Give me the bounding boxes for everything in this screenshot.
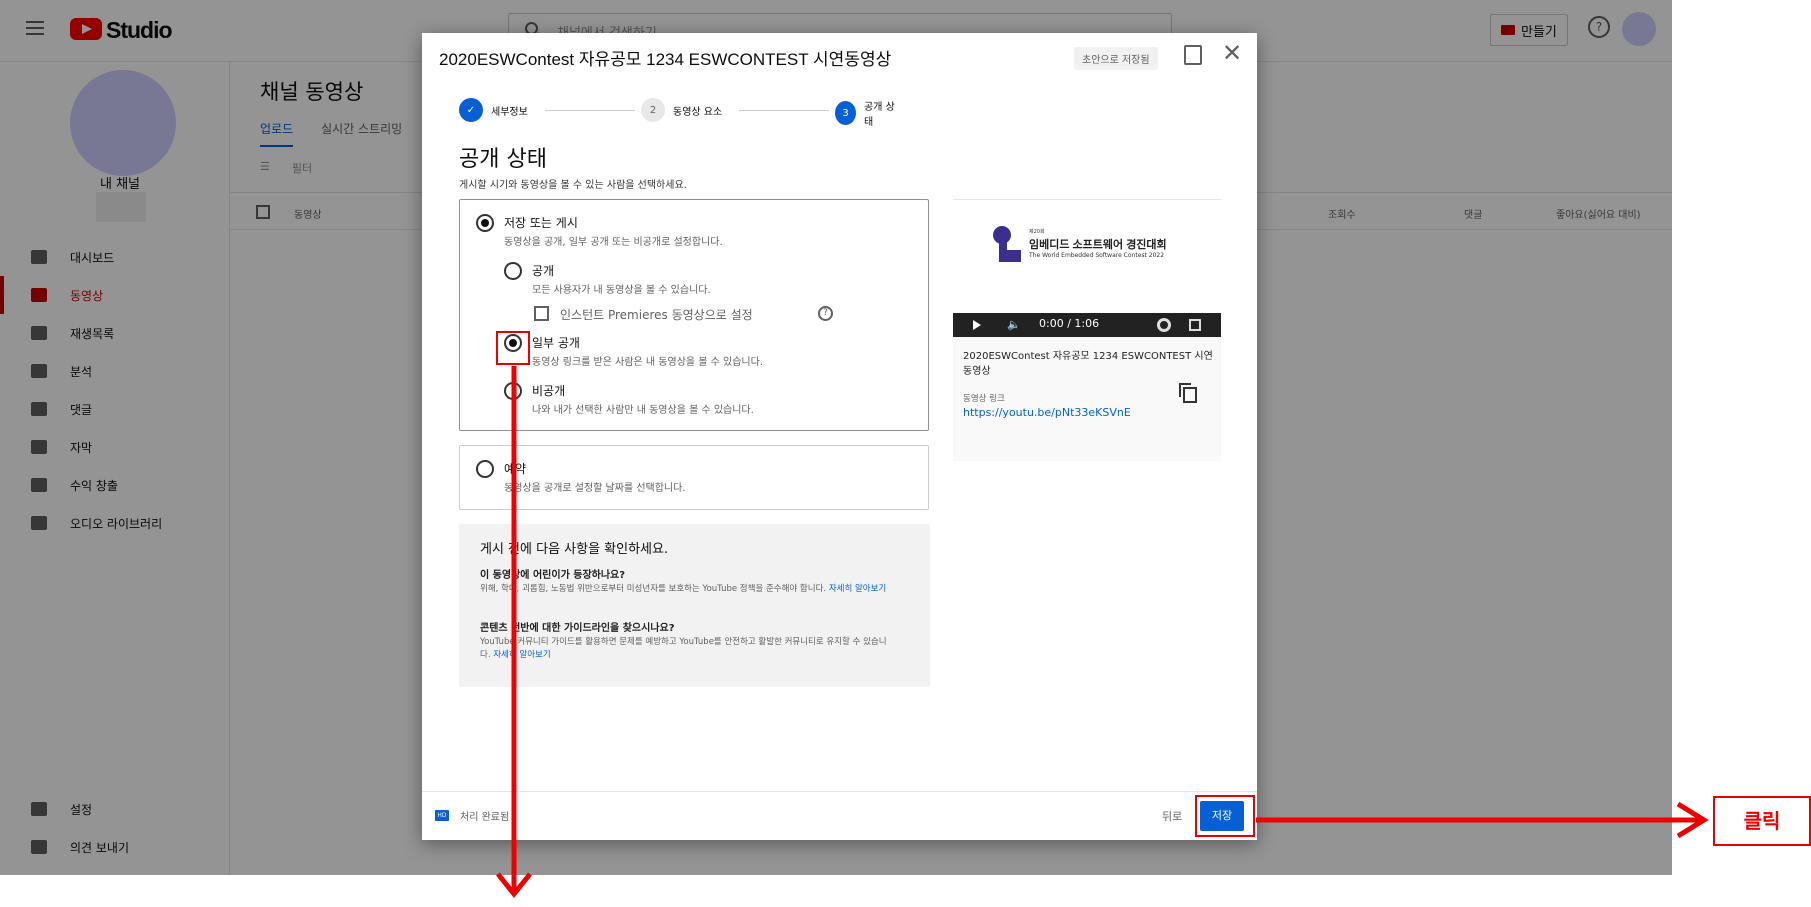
section-title: 공개 상태 — [459, 147, 547, 172]
screenshot-stage: Studio 채널에서 검색하기 만들기 ? 내 채널 대시보드 동영상 재생목… — [0, 0, 1811, 907]
logo-english: The World Embedded Software Contest 2022 — [1029, 252, 1165, 259]
copy-icon[interactable] — [1179, 383, 1197, 403]
step-details[interactable]: ✓ 세부정보 — [459, 98, 528, 122]
step-label: 동영상 요소 — [673, 106, 723, 118]
dialog-footer: HD 처리 완료됨 뒤로 저장 — [422, 791, 1257, 840]
unlisted-label: 일부 공개 — [532, 336, 580, 350]
check-icon: ✓ — [459, 98, 483, 122]
pre-publish-checklist: 게시 전에 다음 사항을 확인하세요. 이 동영상에 어린이가 등장하나요? 위… — [459, 524, 930, 687]
back-button[interactable]: 뒤로 — [1162, 808, 1182, 824]
schedule-label: 예약 — [504, 462, 527, 476]
private-label: 비공개 — [532, 384, 566, 398]
volume-icon[interactable]: 🔈 — [1007, 318, 1021, 331]
checklist-question: 콘텐츠 전반에 대한 가이드라인을 찾으시나요? — [480, 623, 675, 634]
video-thumbnail[interactable]: 제20회 임베디드 소프트웨어 경진대회 The World Embedded … — [953, 199, 1221, 313]
play-icon[interactable] — [973, 320, 981, 330]
step-label: 공개 상태 — [864, 102, 895, 128]
dialog-title: 2020ESWContest 자유공모 1234 ESWCONTEST 시연동영… — [439, 50, 892, 69]
private-radio[interactable] — [504, 382, 522, 400]
step-visibility[interactable]: 3 공개 상태 — [835, 98, 899, 128]
hd-badge-icon: HD — [435, 810, 449, 821]
checklist-paragraph: YouTube 커뮤니티 가이드를 활용하면 문제를 예방하고 YouTube를… — [480, 636, 890, 662]
premiere-checkbox[interactable] — [534, 306, 549, 321]
step-label: 세부정보 — [491, 106, 528, 118]
save-or-publish-radio[interactable] — [476, 214, 494, 232]
video-link-label: 동영상 링크 — [963, 394, 1005, 404]
checklist-question: 이 동영상에 어린이가 등장하나요? — [480, 570, 626, 581]
learn-more-link[interactable]: 자세히 알아보기 — [829, 584, 886, 594]
logo-edition: 제20회 — [1029, 229, 1045, 235]
down-arrowhead-icon — [496, 872, 532, 899]
gear-icon[interactable] — [1157, 318, 1171, 332]
highlight-box-save — [1195, 795, 1255, 837]
close-icon[interactable]: ✕ — [1222, 39, 1242, 67]
save-or-publish-desc: 동영상을 공개, 일부 공개 또는 비공개로 설정합니다. — [504, 237, 723, 248]
video-preview-card: 제20회 임베디드 소프트웨어 경진대회 The World Embedded … — [953, 199, 1221, 461]
save-or-publish-panel[interactable]: 저장 또는 게시 동영상을 공개, 일부 공개 또는 비공개로 설정합니다. 공… — [459, 199, 929, 431]
draft-saved-badge: 초안으로 저장됨 — [1074, 47, 1158, 70]
fullscreen-icon[interactable] — [1189, 319, 1201, 331]
processing-status: 처리 완료됨 — [460, 812, 510, 823]
video-title: 2020ESWContest 자유공모 1234 ESWCONTEST 시연동영… — [963, 351, 1213, 377]
schedule-desc: 동영상을 공개로 설정할 날짜를 선택합니다. — [504, 483, 686, 494]
help-icon[interactable]: ? — [818, 306, 833, 321]
checklist-title: 게시 전에 다음 사항을 확인하세요. — [480, 542, 669, 557]
public-label: 공개 — [532, 264, 555, 278]
right-arrowhead-icon — [1676, 801, 1709, 839]
visibility-dialog: 2020ESWContest 자유공모 1234 ESWCONTEST 시연동영… — [422, 33, 1257, 840]
stepper: ✓ 세부정보 2 동영상 요소 3 공개 상태 — [459, 98, 899, 128]
learn-more-link[interactable]: 자세히 알아보기 — [493, 650, 550, 660]
contest-logo-icon — [993, 226, 1021, 266]
save-or-publish-label: 저장 또는 게시 — [504, 216, 578, 230]
step-video-elements[interactable]: 2 동영상 요소 — [641, 98, 722, 122]
step-divider — [545, 110, 635, 111]
unlisted-desc: 동영상 링크를 받은 사람은 내 동영상을 볼 수 있습니다. — [532, 357, 764, 368]
schedule-panel[interactable]: 예약 동영상을 공개로 설정할 날짜를 선택합니다. — [459, 445, 929, 510]
video-link[interactable]: https://youtu.be/pNt33eKSVnE — [963, 406, 1131, 419]
player-time: 0:00 / 1:06 — [1039, 317, 1100, 330]
player-controls: 🔈 0:00 / 1:06 — [953, 313, 1221, 337]
private-desc: 나와 내가 선택한 사람만 내 동영상을 볼 수 있습니다. — [532, 405, 754, 416]
step-number: 2 — [641, 98, 665, 122]
public-radio[interactable] — [504, 262, 522, 280]
premiere-label: 인스턴트 Premieres 동영상으로 설정 — [560, 308, 753, 322]
feedback-icon[interactable] — [1184, 45, 1202, 65]
step-divider — [739, 110, 829, 111]
checklist-paragraph: 위해, 학대, 괴롭힘, 노동법 위반으로부터 미성년자를 보호하는 YouTu… — [480, 583, 890, 596]
schedule-radio[interactable] — [476, 460, 494, 478]
public-desc: 모든 사용자가 내 동영상을 볼 수 있습니다. — [532, 285, 711, 296]
logo-name: 임베디드 소프트웨어 경진대회 — [1029, 239, 1167, 251]
checklist-text: 위해, 학대, 괴롭힘, 노동법 위반으로부터 미성년자를 보호하는 YouTu… — [480, 584, 827, 594]
highlight-box-unlisted — [496, 331, 530, 365]
section-subtitle: 게시할 시기와 동영상을 볼 수 있는 사람을 선택하세요. — [459, 180, 687, 191]
step-number: 3 — [835, 101, 856, 125]
click-callout: 클릭 — [1713, 796, 1811, 846]
